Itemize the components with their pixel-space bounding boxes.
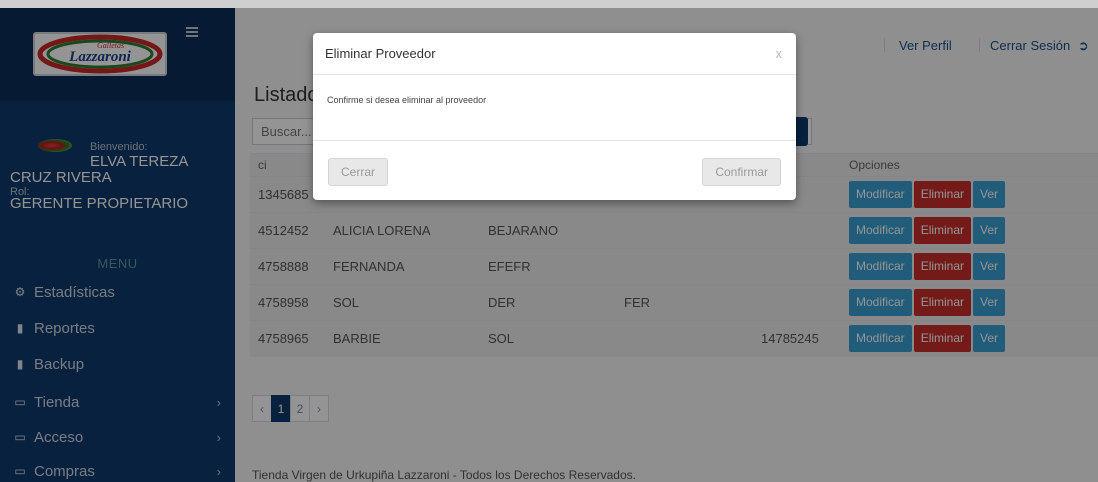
close-icon[interactable]: x bbox=[776, 46, 783, 61]
modal-body-text: Confirme si desea eliminar al proveedor bbox=[313, 75, 796, 141]
modal-header: Eliminar Proveedor x bbox=[313, 33, 796, 75]
window-top-strip bbox=[0, 0, 1098, 8]
cancel-button[interactable]: Cerrar bbox=[328, 158, 389, 186]
modal-footer: Cerrar Confirmar bbox=[313, 141, 796, 200]
delete-provider-modal: Eliminar Proveedor x Confirme si desea e… bbox=[313, 33, 796, 200]
confirm-button[interactable]: Confirmar bbox=[702, 158, 781, 186]
modal-title: Eliminar Proveedor bbox=[325, 46, 436, 61]
